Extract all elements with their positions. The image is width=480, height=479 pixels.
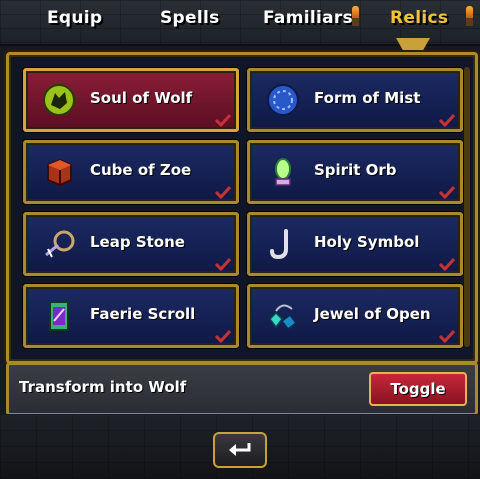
active-tab-indicator: [396, 38, 430, 50]
relic-label: Leap Stone: [90, 233, 185, 251]
tab-bar: Equip Spells Familiars Relics: [0, 0, 480, 50]
checkmark-icon: [438, 185, 456, 199]
relic-label: Faerie Scroll: [90, 305, 196, 323]
hook-icon: [270, 229, 288, 260]
relic-slot-faerie-scroll[interactable]: Faerie Scroll: [23, 284, 239, 348]
back-arrow-icon: [229, 443, 251, 456]
tab-relics[interactable]: Relics: [390, 8, 448, 28]
checkmark-icon: [438, 113, 456, 127]
relic-slot-leap-stone[interactable]: Leap Stone: [23, 212, 239, 276]
tab-spells[interactable]: Spells: [160, 8, 220, 28]
relic-label: Cube of Zoe: [90, 161, 192, 179]
relic-slot-spirit-orb[interactable]: Spirit Orb: [247, 140, 463, 204]
checkmark-icon: [438, 257, 456, 271]
checkmark-icon: [214, 185, 232, 199]
relic-slot-cube-of-zoe[interactable]: Cube of Zoe: [23, 140, 239, 204]
description-bar: Transform into Wolf Toggle: [6, 362, 478, 416]
checkmark-icon: [214, 257, 232, 271]
scroll-icon: [49, 301, 69, 331]
relic-slot-soul-of-wolf[interactable]: Soul of Wolf: [23, 68, 239, 132]
relic-slot-holy-symbol[interactable]: Holy Symbol: [247, 212, 463, 276]
torch-icon: [352, 6, 359, 26]
checkmark-icon: [214, 113, 232, 127]
mist-orb-icon: [267, 84, 299, 116]
relic-label: Form of Mist: [314, 89, 421, 107]
back-button[interactable]: [213, 432, 267, 468]
scrollbar[interactable]: [464, 67, 470, 347]
relic-slot-form-of-mist[interactable]: Form of Mist: [247, 68, 463, 132]
relic-slot-jewel-of-open[interactable]: Jewel of Open: [247, 284, 463, 348]
wolf-head-icon: [43, 84, 75, 116]
bottom-bar: [0, 414, 480, 479]
relic-label: Holy Symbol: [314, 233, 420, 251]
cube-icon: [47, 158, 72, 187]
tab-equip[interactable]: Equip: [47, 8, 102, 28]
spirit-orb-icon: [275, 158, 291, 186]
tab-familiars[interactable]: Familiars: [263, 8, 353, 28]
relic-panel: Soul of Wolf Form of Mist Cube of Zoe Sp…: [6, 52, 478, 364]
jewel-icon: [269, 304, 298, 331]
relic-label: Jewel of Open: [314, 305, 431, 323]
relic-label: Soul of Wolf: [90, 89, 193, 107]
checkmark-icon: [438, 329, 456, 343]
leap-stone-icon: [45, 230, 75, 258]
toggle-button[interactable]: Toggle: [369, 372, 467, 406]
relic-description: Transform into Wolf: [19, 378, 187, 396]
checkmark-icon: [214, 329, 232, 343]
relic-label: Spirit Orb: [314, 161, 397, 179]
torch-icon: [466, 6, 473, 26]
